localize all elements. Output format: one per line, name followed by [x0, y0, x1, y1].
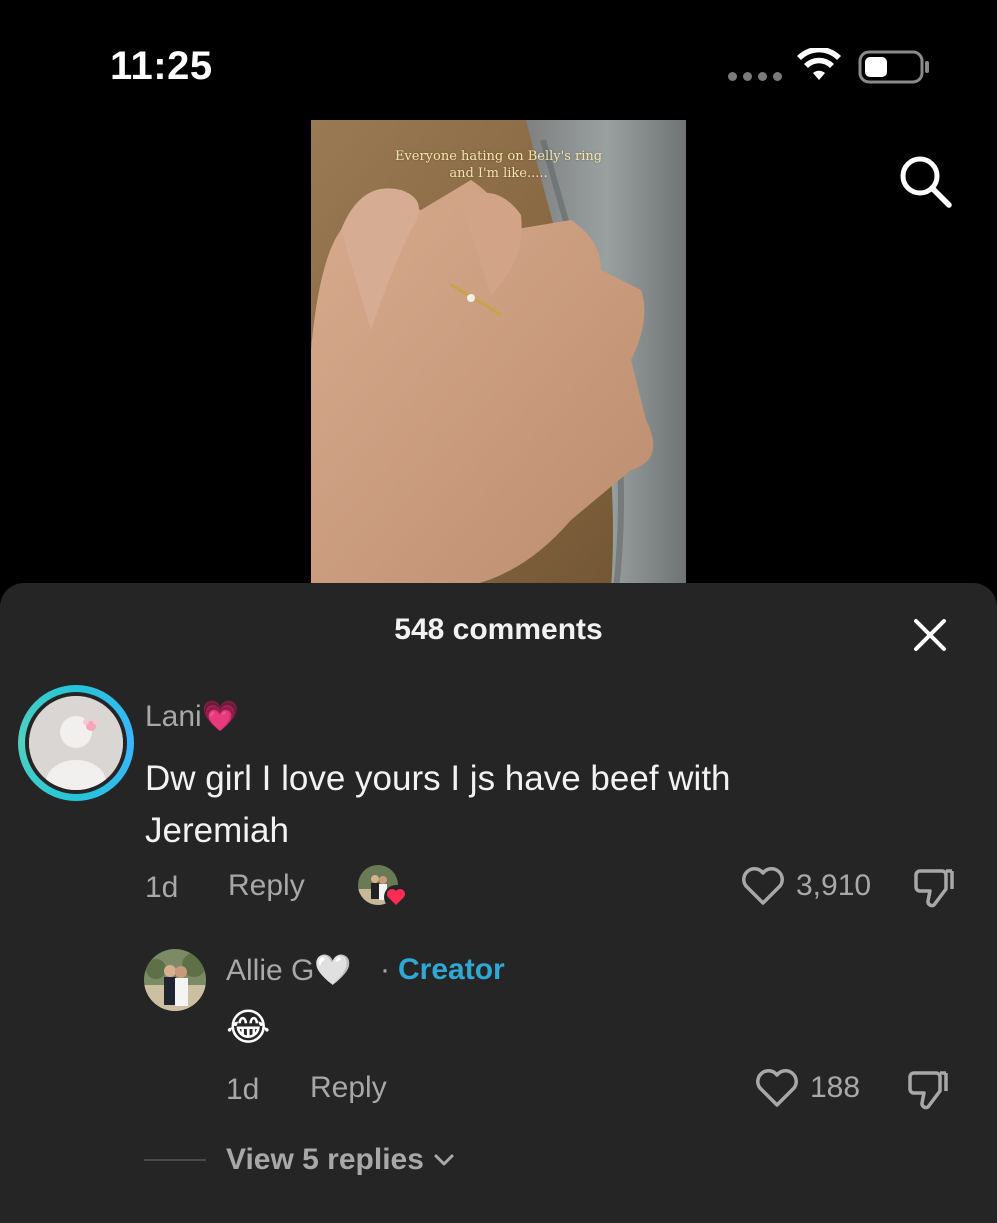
- default-avatar-icon: [29, 696, 123, 790]
- search-icon: [900, 156, 952, 208]
- signal-dots-icon: [728, 72, 782, 81]
- video-caption-line-2: and I'm like.....: [449, 166, 548, 181]
- reply-like-button[interactable]: 188: [754, 1067, 860, 1109]
- reply-reply-button[interactable]: Reply: [310, 1071, 387, 1105]
- reply-age: 1d: [226, 1073, 260, 1106]
- reply-like-count: 188: [810, 1071, 861, 1104]
- like-count: 3,910: [796, 869, 872, 902]
- battery-icon: [858, 50, 929, 84]
- comment-age: 1d: [145, 871, 179, 904]
- dislike-button[interactable]: [912, 865, 956, 914]
- close-button[interactable]: [906, 611, 954, 659]
- comment-author[interactable]: Lani💗: [145, 699, 239, 734]
- commenter-avatar[interactable]: [18, 685, 134, 801]
- heart-badge-icon: [384, 885, 408, 909]
- comments-sheet: 548 comments Lani💗 Dw girl I love yours …: [0, 583, 997, 1223]
- creator-avatar-photo: [144, 949, 206, 1011]
- badge-separator: ·: [380, 953, 390, 986]
- heart-outline-icon: [756, 1069, 798, 1107]
- chevron-down-icon: [434, 1154, 454, 1166]
- video-player[interactable]: Everyone hating on Belly's ring and I'm …: [311, 120, 686, 590]
- comments-count-title: 548 comments: [394, 613, 603, 646]
- thread-divider: [144, 1159, 206, 1161]
- thumbs-down-icon: [908, 1071, 948, 1110]
- creator-liked-badge: [358, 865, 408, 911]
- view-replies-label: View 5 replies: [226, 1143, 424, 1176]
- wifi-icon: [797, 48, 841, 80]
- reply-text-emoji: 😂: [226, 1007, 271, 1049]
- reply-dislike-button[interactable]: [906, 1067, 950, 1116]
- view-replies-button[interactable]: View 5 replies: [144, 1143, 458, 1177]
- video-caption-line-1: Everyone hating on Belly's ring: [394, 149, 603, 164]
- thumbs-down-icon: [914, 869, 954, 908]
- video-thumbnail: [311, 120, 686, 590]
- video-caption: Everyone hating on Belly's ring and I'm …: [311, 148, 686, 182]
- comment-text: Dw girl I love yours I js have beef with…: [145, 759, 731, 850]
- status-time: 11:25: [110, 44, 213, 88]
- status-bar: 11:25: [0, 0, 997, 120]
- like-button[interactable]: 3,910: [740, 865, 871, 907]
- reply-avatar[interactable]: [144, 949, 206, 1011]
- creator-badge: · Creator: [380, 953, 505, 987]
- reply-text: 😂: [226, 1003, 286, 1053]
- reply-button[interactable]: Reply: [228, 869, 305, 903]
- heart-outline-icon: [742, 867, 784, 905]
- reply-author[interactable]: Allie G🤍: [226, 953, 352, 988]
- close-icon: [914, 619, 946, 651]
- creator-label: Creator: [398, 953, 505, 986]
- search-button[interactable]: [892, 148, 958, 214]
